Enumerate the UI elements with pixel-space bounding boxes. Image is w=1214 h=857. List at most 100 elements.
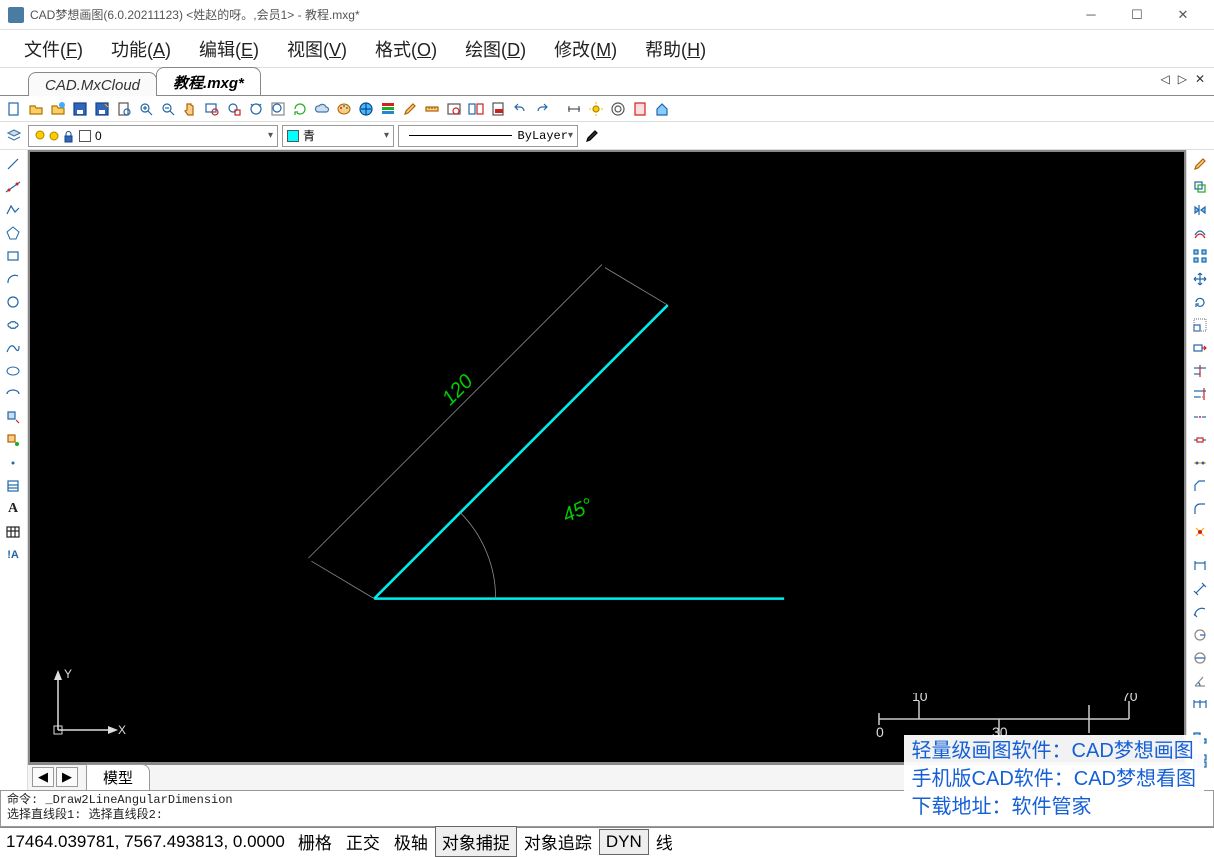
snap-grid-toggle[interactable]: 栅格 <box>291 826 339 857</box>
dyn-toggle[interactable]: DYN <box>599 829 649 855</box>
stretch-icon[interactable] <box>1189 338 1211 358</box>
polyline-tool-icon[interactable] <box>2 200 24 220</box>
text-tool-icon[interactable]: A <box>2 499 24 519</box>
globe-icon[interactable] <box>356 99 376 119</box>
tab-cloud[interactable]: CAD.MxCloud <box>28 72 157 96</box>
break-point-icon[interactable] <box>1189 407 1211 427</box>
array-icon[interactable] <box>1189 246 1211 266</box>
line-tool-icon[interactable] <box>2 154 24 174</box>
settings-icon[interactable] <box>608 99 628 119</box>
undo-icon[interactable] <box>510 99 530 119</box>
dim-radius-icon[interactable] <box>1189 625 1211 645</box>
otrack-toggle[interactable]: 对象追踪 <box>517 826 599 857</box>
zoom-in-icon[interactable] <box>136 99 156 119</box>
dim-diameter-icon[interactable] <box>1189 648 1211 668</box>
dim-style-icon[interactable] <box>564 99 584 119</box>
close-button[interactable]: ✕ <box>1160 1 1206 29</box>
copy-icon[interactable] <box>1189 177 1211 197</box>
print-preview-icon[interactable] <box>114 99 134 119</box>
mirror-icon[interactable] <box>1189 200 1211 220</box>
menu-draw[interactable]: 绘图(D) <box>451 30 540 68</box>
insert-block-icon[interactable] <box>2 407 24 427</box>
offset-icon[interactable] <box>1189 223 1211 243</box>
join-icon[interactable] <box>1189 453 1211 473</box>
point-tool-icon[interactable] <box>2 453 24 473</box>
dim-continue-icon[interactable] <box>1189 694 1211 714</box>
spline-tool-icon[interactable] <box>2 338 24 358</box>
color-dropdown[interactable]: 青 ▾ <box>282 125 394 147</box>
match-properties-icon[interactable] <box>582 126 602 146</box>
rectangle-tool-icon[interactable] <box>2 246 24 266</box>
sun-icon[interactable] <box>586 99 606 119</box>
layer-dropdown[interactable]: 0 ▾ <box>28 125 278 147</box>
polar-toggle[interactable]: 极轴 <box>387 826 435 857</box>
menu-function[interactable]: 功能(A) <box>97 30 185 68</box>
chamfer-icon[interactable] <box>1189 476 1211 496</box>
save-icon[interactable] <box>70 99 90 119</box>
zoom-extents-icon[interactable] <box>224 99 244 119</box>
ellipse-tool-icon[interactable] <box>2 361 24 381</box>
tab-tutorial[interactable]: 教程.mxg* <box>156 67 261 95</box>
dim-angular-icon[interactable] <box>1189 671 1211 691</box>
pan-icon[interactable] <box>180 99 200 119</box>
zoom-realtime-icon[interactable] <box>246 99 266 119</box>
find-icon[interactable] <box>444 99 464 119</box>
break-icon[interactable] <box>1189 430 1211 450</box>
layers-panel-icon[interactable] <box>378 99 398 119</box>
tab-nav-left-icon[interactable]: ◁ <box>1157 72 1172 86</box>
menu-edit[interactable]: 编辑(E) <box>185 30 273 68</box>
open-file-icon[interactable] <box>26 99 46 119</box>
save-as-icon[interactable] <box>92 99 112 119</box>
menu-help[interactable]: 帮助(H) <box>631 30 720 68</box>
maximize-button[interactable]: ☐ <box>1114 1 1160 29</box>
rotate-icon[interactable] <box>1189 292 1211 312</box>
zoom-window-icon[interactable] <box>202 99 222 119</box>
hatch-tool-icon[interactable] <box>2 476 24 496</box>
layout-prev-icon[interactable]: ◀ <box>32 767 54 787</box>
zoom-all-icon[interactable] <box>268 99 288 119</box>
home-icon[interactable] <box>652 99 672 119</box>
osnap-toggle[interactable]: 对象捕捉 <box>435 826 517 857</box>
layer-manager-icon[interactable] <box>4 126 24 146</box>
drawing-canvas[interactable]: 120 45° Y X <box>28 150 1186 764</box>
move-icon[interactable] <box>1189 269 1211 289</box>
mtext-tool-icon[interactable]: !A <box>2 545 24 565</box>
erase-icon[interactable] <box>1189 154 1211 174</box>
scale-icon[interactable] <box>1189 315 1211 335</box>
dim-arc-icon[interactable] <box>1189 602 1211 622</box>
new-file-icon[interactable] <box>4 99 24 119</box>
table-tool-icon[interactable] <box>2 522 24 542</box>
layout-next-icon[interactable]: ▶ <box>56 767 78 787</box>
tab-nav-right-icon[interactable]: ▷ <box>1175 72 1190 86</box>
measure-icon[interactable] <box>422 99 442 119</box>
dim-linear-icon[interactable] <box>1189 556 1211 576</box>
trim-icon[interactable] <box>1189 361 1211 381</box>
menu-format[interactable]: 格式(O) <box>361 30 451 68</box>
compare-icon[interactable] <box>466 99 486 119</box>
menu-file[interactable]: 文件(F) <box>10 30 97 68</box>
arc-tool-icon[interactable] <box>2 269 24 289</box>
ortho-toggle[interactable]: 正交 <box>339 826 387 857</box>
redo-icon[interactable] <box>532 99 552 119</box>
open-cloud-icon[interactable] <box>48 99 68 119</box>
zoom-out-icon[interactable] <box>158 99 178 119</box>
make-block-icon[interactable] <box>2 430 24 450</box>
regen-icon[interactable] <box>290 99 310 119</box>
fillet-icon[interactable] <box>1189 499 1211 519</box>
brush-icon[interactable] <box>400 99 420 119</box>
tab-close-icon[interactable]: ✕ <box>1192 72 1208 86</box>
extend-icon[interactable] <box>1189 384 1211 404</box>
revcloud-tool-icon[interactable] <box>2 315 24 335</box>
dim-aligned-icon[interactable] <box>1189 579 1211 599</box>
lineweight-toggle[interactable]: 线 <box>649 826 680 857</box>
xline-tool-icon[interactable] <box>2 177 24 197</box>
circle-tool-icon[interactable] <box>2 292 24 312</box>
minimize-button[interactable]: ─ <box>1068 1 1114 29</box>
cloud-icon[interactable] <box>312 99 332 119</box>
palette-icon[interactable] <box>334 99 354 119</box>
export-pdf-icon[interactable] <box>488 99 508 119</box>
menu-modify[interactable]: 修改(M) <box>540 30 631 68</box>
help-pdf-icon[interactable] <box>630 99 650 119</box>
linetype-dropdown[interactable]: ByLayer ▾ <box>398 125 578 147</box>
explode-icon[interactable] <box>1189 522 1211 542</box>
